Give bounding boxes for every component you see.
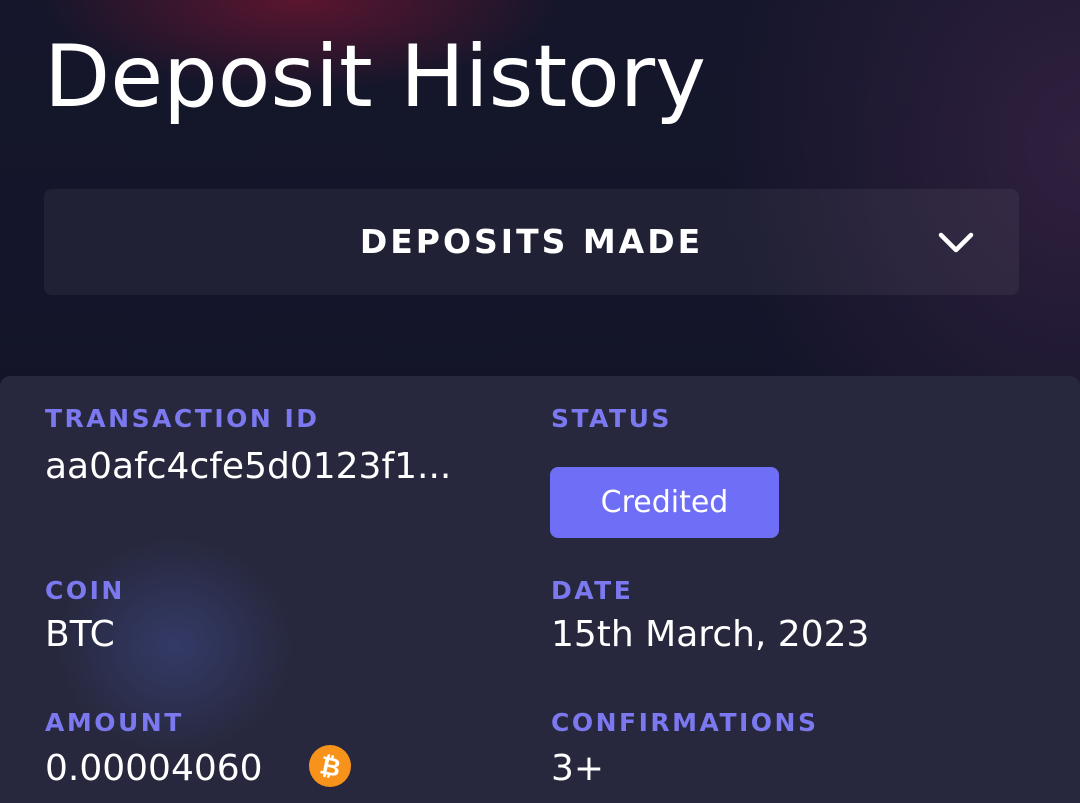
deposit-card: TRANSACTION ID aa0afc4cfe5d0123f1... STA… [0,376,1080,803]
transaction-id-value[interactable]: aa0afc4cfe5d0123f1... [45,446,451,487]
coin-value: BTC [45,614,115,655]
status-label: STATUS [551,404,672,433]
coin-label: COIN [45,576,125,605]
deposit-history-page: Deposit History DEPOSITS MADE TRANSACTIO… [0,0,1080,803]
transaction-id-label: TRANSACTION ID [45,404,320,433]
amount-value: 0.00004060 [45,748,263,789]
filter-selected-label: DEPOSITS MADE [359,222,704,261]
amount-label: AMOUNT [45,708,184,737]
bitcoin-icon: ₿ [309,745,351,787]
confirmations-label: CONFIRMATIONS [551,708,819,737]
date-label: DATE [551,576,634,605]
chevron-down-icon [938,232,974,253]
page-title: Deposit History [44,27,707,127]
confirmations-value: 3+ [551,748,605,789]
status-badge: Credited [550,467,779,538]
deposit-filter-dropdown[interactable]: DEPOSITS MADE [44,189,1019,295]
date-value: 15th March, 2023 [551,614,870,655]
